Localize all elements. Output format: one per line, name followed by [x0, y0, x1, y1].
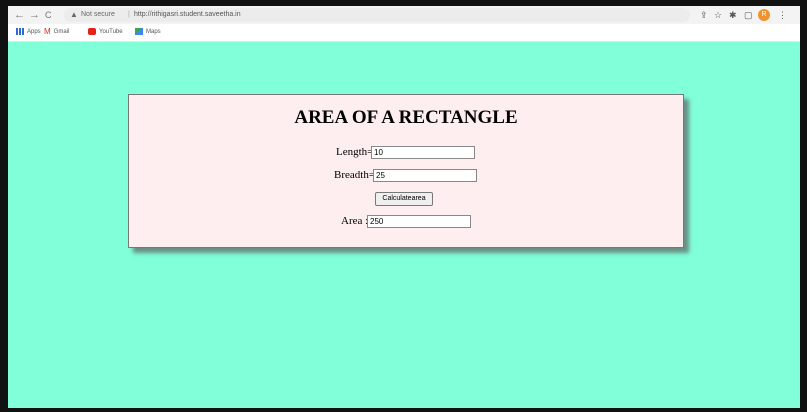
- bookmark-label: YouTube: [99, 29, 123, 35]
- menu-icon[interactable]: ⋮: [778, 8, 787, 22]
- length-label: Length=: [336, 146, 374, 158]
- extensions-icon[interactable]: ✱: [729, 8, 737, 22]
- bookmark-maps[interactable]: Maps: [135, 27, 161, 37]
- page-title: AREA OF A RECTANGLE: [294, 107, 518, 128]
- bookmarks-bar: Apps M Gmail YouTube Maps: [8, 24, 800, 42]
- gmail-icon: M: [44, 26, 51, 36]
- bookmark-gmail[interactable]: M Gmail: [44, 27, 69, 37]
- profile-avatar[interactable]: R: [758, 9, 770, 21]
- bookmark-label: Maps: [146, 29, 161, 35]
- browser-window: ← → C ▲ Not secure | http://rithigasri.s…: [8, 6, 800, 408]
- bookmark-label: Apps: [27, 29, 41, 35]
- maps-icon: [135, 27, 143, 35]
- bookmark-label: Gmail: [53, 29, 70, 35]
- reload-button[interactable]: C: [45, 8, 52, 22]
- warning-icon: ▲: [70, 10, 78, 19]
- security-label: Not secure: [81, 11, 115, 18]
- side-panel-icon[interactable]: ▢: [744, 8, 753, 22]
- area-label: Area :: [341, 215, 369, 227]
- area-output[interactable]: 250: [367, 215, 471, 228]
- toolbar-icons: ⇪ ☆ ✱ ▢ R ⋮: [694, 8, 794, 22]
- page-content: AREA OF A RECTANGLE Length= 10 Breadth= …: [8, 42, 800, 408]
- youtube-icon: [88, 27, 96, 35]
- breadth-label: Breadth=: [334, 169, 376, 181]
- back-button[interactable]: ←: [14, 8, 25, 22]
- calculate-area-button[interactable]: Calculatearea: [375, 192, 433, 206]
- breadth-input[interactable]: 25: [373, 169, 477, 182]
- share-icon[interactable]: ⇪: [700, 8, 708, 22]
- forward-button[interactable]: →: [29, 8, 40, 22]
- apps-icon: [16, 27, 24, 35]
- length-input[interactable]: 10: [371, 146, 475, 159]
- area-calculator-card: AREA OF A RECTANGLE Length= 10 Breadth= …: [128, 94, 684, 248]
- star-icon[interactable]: ☆: [714, 8, 722, 22]
- url-text[interactable]: http://rithigasri.student.saveetha.in: [134, 8, 241, 22]
- address-bar[interactable]: ▲ Not secure | http://rithigasri.student…: [64, 8, 690, 22]
- separator: |: [128, 11, 130, 18]
- bookmark-apps[interactable]: Apps: [16, 27, 41, 37]
- bookmark-youtube[interactable]: YouTube: [88, 27, 123, 37]
- browser-toolbar: ← → C ▲ Not secure | http://rithigasri.s…: [8, 6, 800, 24]
